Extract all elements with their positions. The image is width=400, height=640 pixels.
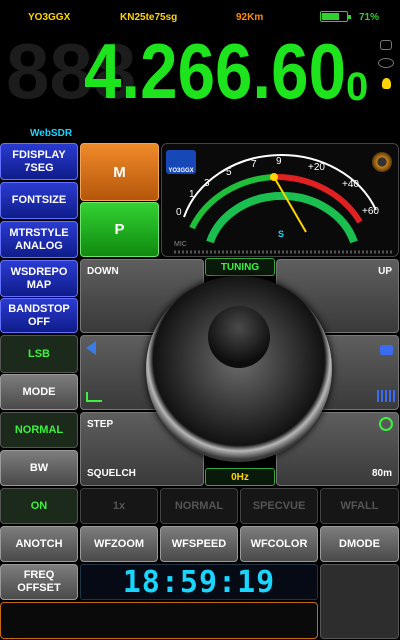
satellite-icon[interactable] — [378, 58, 394, 68]
robot-icon[interactable] — [380, 40, 392, 50]
wfall-button[interactable]: WFALL — [320, 488, 399, 524]
battery-icon — [320, 11, 351, 22]
lightbulb-icon[interactable] — [382, 78, 391, 89]
lock-icon[interactable] — [380, 345, 393, 355]
waterfall-area[interactable] — [320, 564, 399, 639]
meter-tick-9: 9 — [276, 156, 282, 167]
frequency-subdigit: 0 — [346, 65, 368, 109]
clock-display: 18:59:19 — [80, 564, 318, 600]
signal-bars-icon — [86, 392, 102, 402]
normal-button[interactable]: NORMAL — [0, 412, 78, 448]
battery-percent: 71% — [359, 12, 380, 23]
left-menu-button-2[interactable]: MTRSTYLE ANALOG — [0, 221, 78, 258]
power-icon[interactable] — [379, 417, 393, 431]
bw-button[interactable]: BW — [0, 450, 78, 486]
tuning-knob[interactable] — [146, 276, 332, 462]
meter-tick-7: 7 — [251, 159, 257, 170]
zoom-1x-button[interactable]: 1x — [80, 488, 158, 524]
meter-tick-5: 5 — [226, 167, 232, 178]
tuning-label: TUNING — [205, 258, 275, 276]
meter-tick-0: 0 — [176, 207, 182, 218]
wfzoom-button[interactable]: WFZOOM — [80, 526, 158, 562]
left-menu-button-3[interactable]: WSDREPO MAP — [0, 260, 78, 297]
specvue-button[interactable]: SPECVUE — [240, 488, 318, 524]
meter-tick-3: 3 — [204, 178, 210, 189]
memory-m-button[interactable]: M — [80, 143, 159, 201]
frequency-display[interactable]: 888 4.266.60 0 — [0, 28, 400, 114]
frequency-value: 4.266.60 — [84, 28, 346, 114]
websdr-label: WebSDR — [30, 128, 73, 139]
speaker-volume-icon[interactable] — [86, 341, 96, 355]
on-button[interactable]: ON — [0, 488, 78, 524]
left-menu-button-1[interactable]: FONTSIZE — [0, 182, 78, 219]
meter-tick-20: +20 — [308, 162, 325, 173]
waterfall-bars-icon — [377, 390, 395, 402]
meter-s-label: S — [278, 229, 284, 239]
locator: KN25te75sg — [120, 12, 178, 23]
distance: 92Km — [236, 12, 264, 23]
left-menu-button-0[interactable]: FDISPLAY 7SEG — [0, 143, 78, 180]
anotch-button[interactable]: ANOTCH — [0, 526, 78, 562]
wfspeed-button[interactable]: WFSPEED — [160, 526, 238, 562]
wf-normal-button[interactable]: NORMAL — [160, 488, 238, 524]
callsign: YO3GGX — [28, 12, 71, 23]
meter-mic-label: MIC — [174, 241, 187, 248]
wfcolor-button[interactable]: WFCOLOR — [240, 526, 318, 562]
meter-arc: 0 1 3 5 7 9 +20 +40 +60 S MIC — [174, 154, 392, 254]
meter-tick-1: 1 — [189, 189, 195, 200]
hz-readout: 0Hz — [205, 468, 275, 486]
s-meter: YO3GGX 0 1 3 5 7 9 +20 +40 +60 S MIC — [161, 143, 399, 257]
meter-tick-60: +60 — [362, 206, 379, 217]
dmode-button[interactable]: DMODE — [320, 526, 399, 562]
left-menu-button-4[interactable]: BANDSTOP OFF — [0, 298, 78, 333]
freq-offset-button[interactable]: FREQ OFFSET — [0, 564, 78, 600]
meter-tick-40: +40 — [342, 179, 359, 190]
memory-p-button[interactable]: P — [80, 202, 159, 257]
knob-dimple — [208, 306, 270, 368]
lsb-button[interactable]: LSB — [0, 335, 78, 373]
mode-button[interactable]: MODE — [0, 374, 78, 410]
message-bar — [0, 602, 318, 639]
